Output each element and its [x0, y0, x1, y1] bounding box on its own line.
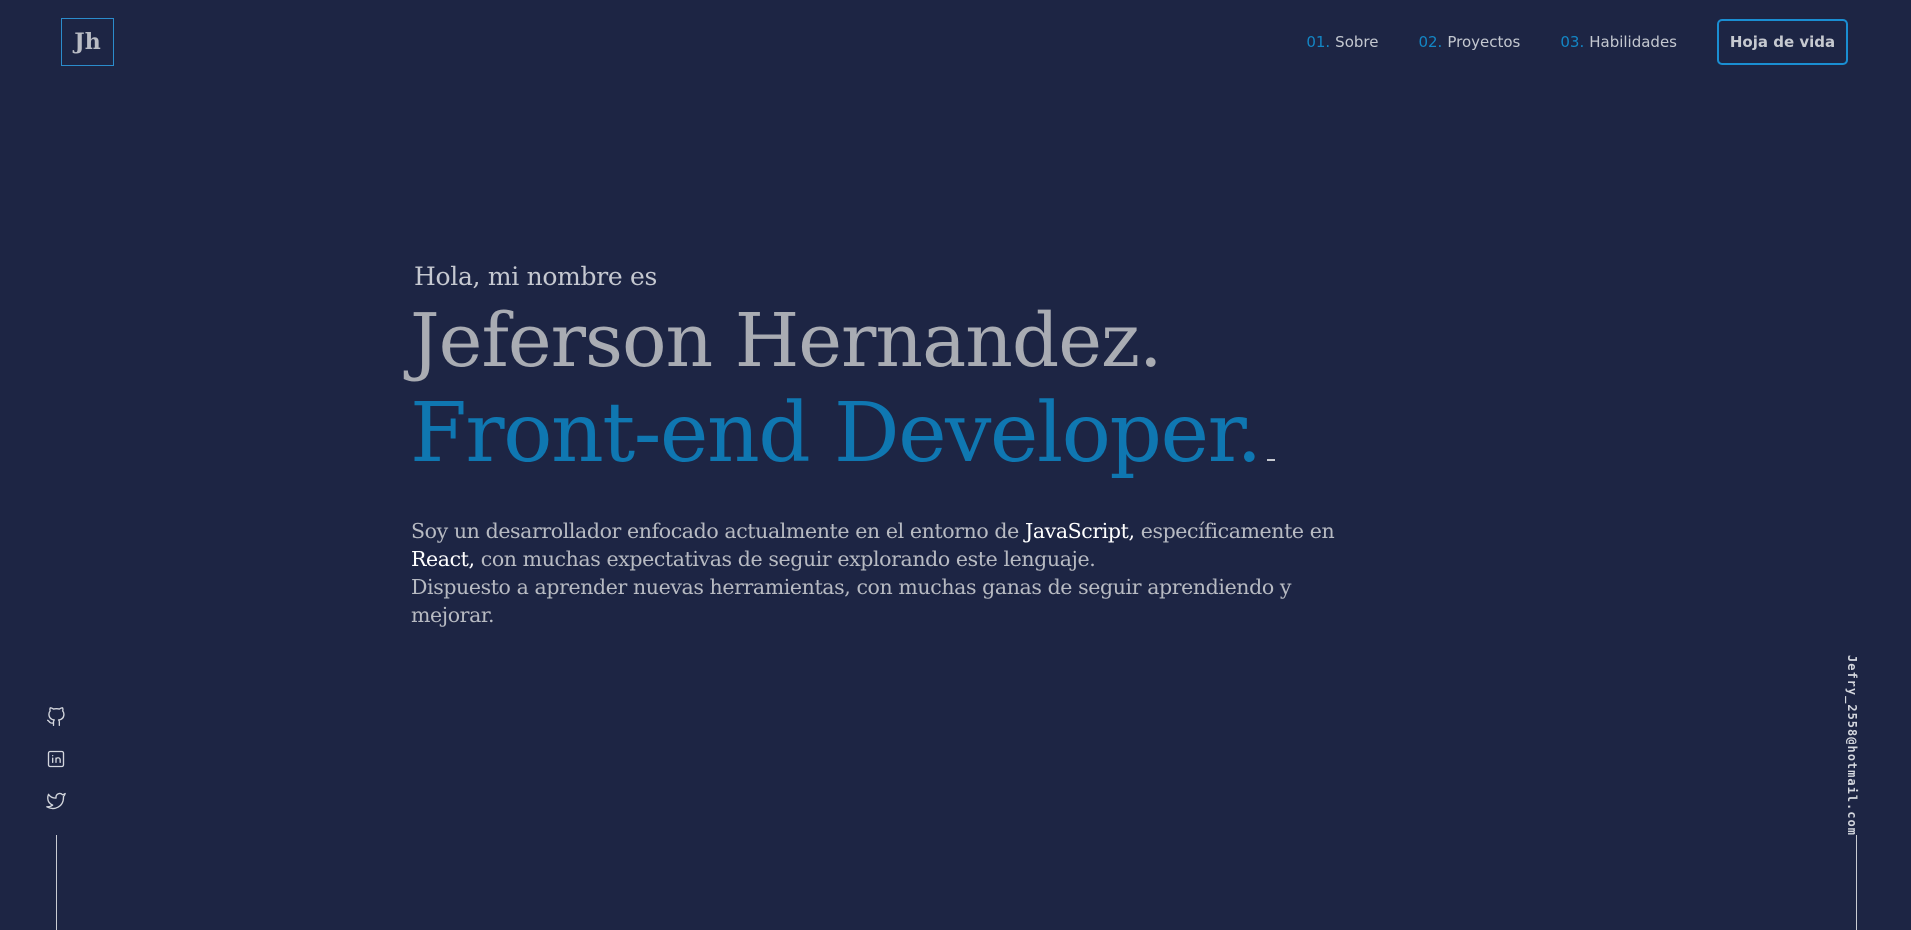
bio-text: Soy un desarrollador enfocado actualment…: [411, 519, 1025, 543]
logo-text: Jh: [74, 29, 101, 55]
nav-number: 03.: [1560, 33, 1585, 51]
social-links: [44, 705, 68, 831]
github-icon: [47, 707, 65, 726]
left-divider-line: [56, 835, 57, 930]
logo[interactable]: Jh: [61, 18, 114, 66]
linkedin-link[interactable]: [44, 747, 68, 771]
hero-greeting: Hola, mi nombre es: [414, 262, 658, 291]
twitter-icon: [46, 792, 66, 810]
nav-number: 02.: [1418, 33, 1443, 51]
linkedin-icon: [47, 750, 65, 768]
hero-role: Front-end Developer.: [410, 386, 1275, 481]
nav-number: 01.: [1306, 33, 1331, 51]
nav-item-proyectos[interactable]: 02. Proyectos: [1418, 33, 1520, 51]
main-nav: 01. Sobre 02. Proyectos 03. Habilidades …: [1306, 19, 1848, 65]
resume-button[interactable]: Hoja de vida: [1717, 19, 1848, 65]
twitter-link[interactable]: [44, 789, 68, 813]
hero-role-text: Front-end Developer.: [410, 386, 1262, 481]
nav-label: Proyectos: [1447, 33, 1521, 51]
nav-label: Habilidades: [1589, 33, 1677, 51]
right-divider-line: [1856, 835, 1857, 930]
typing-cursor: [1266, 459, 1275, 461]
bio-highlight-javascript: JavaScript,: [1025, 519, 1135, 543]
bio-highlight-react: React,: [411, 547, 475, 571]
email-link[interactable]: Jefry_2558@hotmail.com: [1845, 655, 1859, 836]
bio-text: específicamente en: [1134, 519, 1335, 543]
bio-text: Dispuesto a aprender nuevas herramientas…: [411, 575, 1292, 627]
github-link[interactable]: [44, 705, 68, 729]
nav-item-habilidades[interactable]: 03. Habilidades: [1560, 33, 1677, 51]
hero-bio: Soy un desarrollador enfocado actualment…: [411, 517, 1371, 629]
page: Jh 01. Sobre 02. Proyectos 03. Habilidad…: [0, 0, 1911, 930]
bio-text: con muchas expectativas de seguir explor…: [474, 547, 1096, 571]
nav-item-sobre[interactable]: 01. Sobre: [1306, 33, 1378, 51]
nav-label: Sobre: [1335, 33, 1379, 51]
hero-name: Jeferson Hernandez.: [410, 298, 1163, 384]
